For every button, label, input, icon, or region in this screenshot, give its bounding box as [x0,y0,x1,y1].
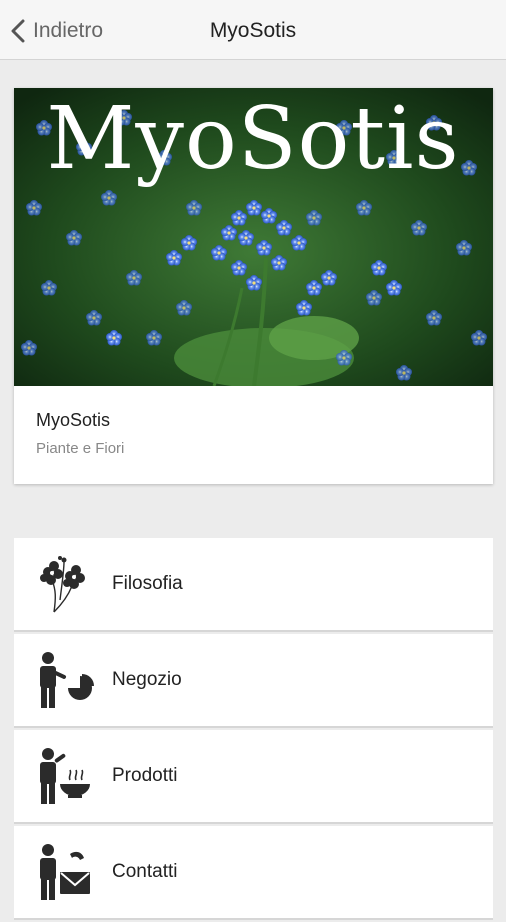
menu-item-label: Negozio [112,669,182,690]
store-card: MyoSotis MyoSotis Piante e Fiori [14,88,493,484]
menu-item-contatti[interactable]: Contatti [14,826,493,920]
store-name: MyoSotis [36,410,111,430]
forget-me-not-photo: MyoSotis [14,88,493,386]
top-navigation-bar: Indietro MyoSotis [0,0,506,60]
banner-text: MyoSotis [46,89,459,189]
menu-item-label: Contatti [112,861,178,882]
person-mail-icon [40,844,90,900]
menu-item-label: Prodotti [112,765,178,786]
menu-item-label: Filosofia [112,573,183,594]
flowers-icon [40,556,85,613]
banner-image: MyoSotis [14,88,493,386]
store-category: Piante e Fiori [36,440,125,457]
menu-item-negozio[interactable]: Negozio [14,634,493,728]
page-title: MyoSotis [209,19,297,42]
menu-item-filosofia[interactable]: Filosofia [14,538,493,632]
person-bowl-icon [40,748,90,804]
main-menu: Filosofia Negozio Prodotti Contatti [14,538,493,922]
menu-item-prodotti[interactable]: Prodotti [14,730,493,824]
person-chart-icon [40,652,94,708]
